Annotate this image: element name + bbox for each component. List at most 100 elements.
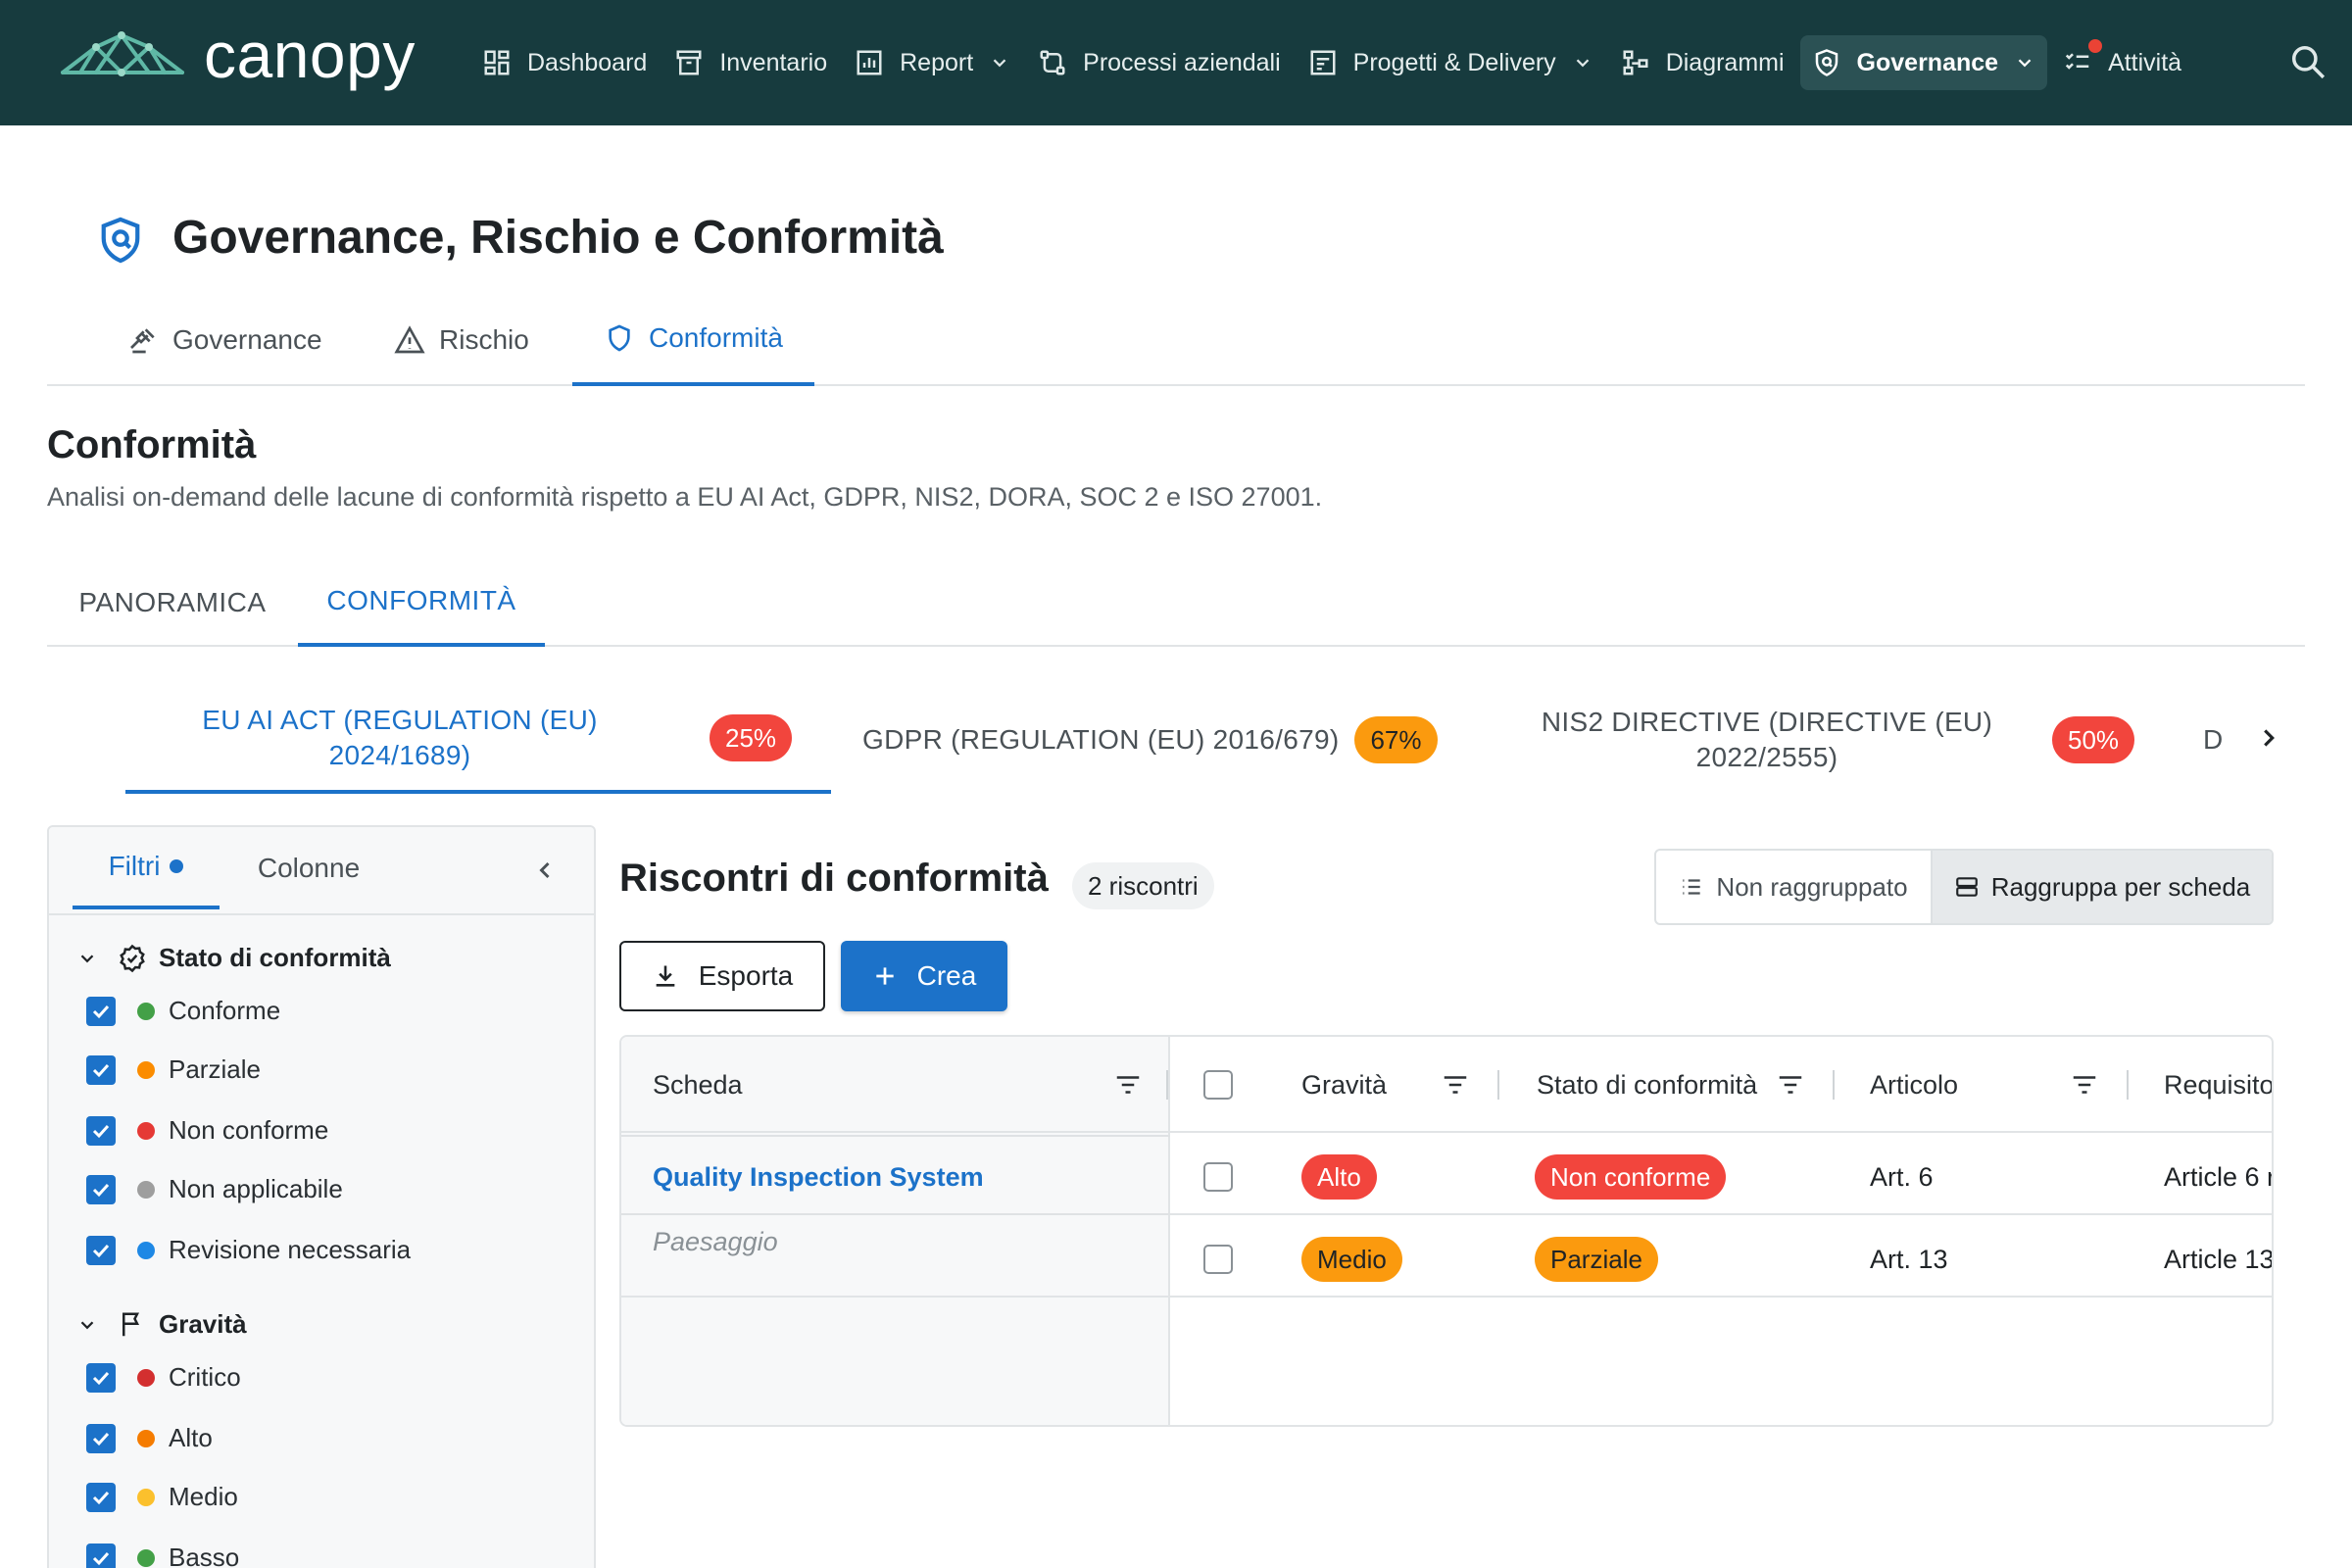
column-separator — [1166, 1070, 1168, 1100]
create-button[interactable]: Crea — [841, 941, 1007, 1011]
filter-option-medio[interactable]: Medio — [86, 1482, 238, 1512]
column-separator — [2127, 1070, 2129, 1100]
tab-rischio[interactable]: Rischio — [394, 294, 529, 386]
notification-dot — [2088, 39, 2103, 53]
filter-icon[interactable] — [1113, 1070, 1143, 1100]
findings-title: Riscontri di conformità — [619, 857, 1049, 900]
article-cell: Art. 6 — [1870, 1162, 1934, 1192]
framework-tab-eu-ai-act[interactable]: EU AI ACT (REGULATION (EU) 2024/1689) 25… — [125, 686, 831, 794]
chevron-left-icon[interactable] — [531, 857, 559, 884]
tab-governance[interactable]: Governance — [127, 294, 322, 386]
severity-badge: Alto — [1301, 1154, 1377, 1200]
ungrouped-option[interactable]: Non raggruppato — [1656, 851, 1931, 923]
checkbox[interactable] — [86, 1362, 116, 1393]
row-checkbox[interactable] — [1203, 1245, 1233, 1274]
status-dot — [137, 1429, 155, 1447]
tab-panoramica[interactable]: PANORAMICA — [47, 559, 298, 647]
filter-option-non-conforme[interactable]: Non conforme — [86, 1115, 328, 1146]
toggle-label: Non raggruppato — [1716, 871, 1908, 902]
nav-item-inventario[interactable]: Inventario — [662, 35, 839, 90]
filter-option-label: Critico — [169, 1362, 241, 1392]
row-checkbox[interactable] — [1203, 1162, 1233, 1192]
framework-name: D — [2203, 724, 2224, 755]
row-divider — [621, 1296, 2272, 1298]
download-icon — [656, 965, 675, 987]
framework-tab-dora[interactable]: D — [2203, 686, 2232, 794]
checkbox[interactable] — [86, 1235, 116, 1265]
checkbox[interactable] — [86, 1054, 116, 1085]
select-all-checkbox[interactable] — [1203, 1070, 1233, 1100]
section-tabs: PANORAMICA CONFORMITÀ — [47, 559, 2305, 647]
nav-item-processi[interactable]: Processi aziendali — [1026, 35, 1293, 90]
nav-item-governance[interactable]: Governance — [1799, 35, 2048, 90]
column-header-label: Articolo — [1870, 1069, 1959, 1100]
filter-group-title: Stato di conformità — [159, 943, 391, 972]
compliance-status-badge: Non conforme — [1535, 1154, 1727, 1200]
compliance-status-badge: Parziale — [1535, 1237, 1658, 1282]
top-navigation-bar: canopy Dashboard Inventario Report Proce… — [0, 0, 2352, 125]
framework-name-line: NIS2 DIRECTIVE (DIRECTIVE (EU) — [1541, 707, 1993, 737]
tab-label: Governance — [172, 324, 322, 355]
process-icon — [1040, 50, 1065, 75]
tab-conformita[interactable]: Conformità — [572, 294, 814, 386]
search-icon[interactable] — [2289, 43, 2327, 80]
tab-label: Rischio — [439, 324, 529, 355]
row-divider — [1170, 1213, 2272, 1215]
findings-count-badge: 2 riscontri — [1072, 862, 1214, 909]
section-title: Conformità — [47, 423, 257, 466]
filter-option-non-applicabile[interactable]: Non applicabile — [86, 1174, 343, 1204]
filter-option-critico[interactable]: Critico — [86, 1362, 241, 1393]
page-title: Governance, Rischio e Conformità — [172, 212, 944, 264]
chevron-down-icon — [80, 954, 94, 962]
filter-icon[interactable] — [1441, 1070, 1470, 1100]
check-icon — [92, 1432, 110, 1446]
button-label: Esporta — [698, 960, 794, 991]
tab-conformita-detail[interactable]: CONFORMITÀ — [298, 559, 545, 647]
checkbox[interactable] — [86, 1543, 116, 1568]
framework-name-line: 2024/1689) — [328, 740, 471, 770]
filter-option-basso[interactable]: Basso — [86, 1543, 239, 1568]
export-button[interactable]: Esporta — [619, 941, 825, 1011]
shield-icon — [1815, 49, 1838, 76]
badge-check-icon — [120, 944, 145, 972]
logo[interactable]: canopy — [59, 23, 416, 88]
nav-item-progetti[interactable]: Progetti & Delivery — [1297, 35, 1605, 90]
tab-colonne[interactable]: Colonne — [235, 827, 382, 909]
group-type: Paesaggio — [653, 1227, 778, 1256]
filter-option-label: Basso — [169, 1543, 240, 1568]
tab-filtri[interactable]: Filtri — [73, 827, 220, 909]
column-header-requisito[interactable]: Requisito — [2164, 1037, 2272, 1133]
chevron-down-icon — [1576, 59, 1589, 68]
checkbox[interactable] — [86, 1115, 116, 1146]
filter-option-parziale[interactable]: Parziale — [86, 1054, 261, 1085]
group-name-link[interactable]: Quality Inspection System — [653, 1162, 984, 1193]
nav-item-attivita[interactable]: Attività — [2051, 35, 2193, 90]
filter-option-label: Parziale — [169, 1054, 261, 1084]
filter-option-alto[interactable]: Alto — [86, 1423, 213, 1453]
framework-tab-gdpr[interactable]: GDPR (REGULATION (EU) 2016/679) 67% — [862, 686, 1450, 794]
filter-group-stato[interactable]: Stato di conformità — [76, 943, 391, 973]
column-header-scheda[interactable]: Scheda — [653, 1037, 1143, 1133]
column-header-articolo[interactable]: Articolo — [1870, 1037, 1958, 1133]
column-header-stato[interactable]: Stato di conformità — [1537, 1037, 1757, 1133]
checkbox[interactable] — [86, 996, 116, 1026]
filter-icon[interactable] — [2070, 1070, 2099, 1100]
canopy-logo-icon — [61, 31, 184, 76]
nav-item-diagrammi[interactable]: Diagrammi — [1609, 35, 1796, 90]
filter-icon[interactable] — [1776, 1070, 1805, 1100]
checkbox[interactable] — [86, 1423, 116, 1453]
group-by-card-option[interactable]: Raggruppa per scheda — [1931, 851, 2272, 923]
filter-option-revisione[interactable]: Revisione necessaria — [86, 1235, 411, 1265]
nav-item-dashboard[interactable]: Dashboard — [470, 35, 659, 90]
chevron-down-icon — [993, 59, 1006, 68]
checkbox[interactable] — [86, 1482, 116, 1512]
framework-tab-nis2[interactable]: NIS2 DIRECTIVE (DIRECTIVE (EU) 2022/2555… — [1517, 686, 2164, 794]
filter-option-conforme[interactable]: Conforme — [86, 996, 280, 1026]
chevron-right-icon[interactable] — [2254, 723, 2283, 753]
toggle-label: Raggruppa per scheda — [1990, 871, 2251, 902]
nav-item-report[interactable]: Report — [843, 35, 1022, 90]
checkbox[interactable] — [86, 1174, 116, 1204]
filter-group-gravita[interactable]: Gravità — [76, 1309, 247, 1340]
dashboard-icon — [484, 50, 510, 75]
requirement-cell: Article 13 — [2164, 1245, 2274, 1274]
